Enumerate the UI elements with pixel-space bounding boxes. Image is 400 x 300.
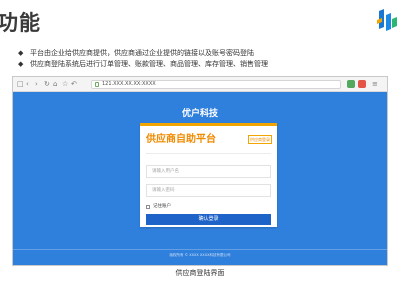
company-logo [375, 7, 399, 33]
undo-icon[interactable]: ↶ [71, 79, 77, 89]
browser-toolbar: □ ‹ › ↻ ⌂ ☆ ↶ 121.XXX.XX.XX:XXXX ≡ [13, 77, 387, 92]
back-icon[interactable]: ‹ [26, 79, 29, 89]
menu-icon[interactable]: ≡ [372, 79, 378, 89]
extension-icon[interactable] [347, 80, 355, 88]
card-divider [146, 153, 271, 154]
window-icon[interactable]: □ [17, 79, 24, 89]
forward-icon[interactable]: › [35, 79, 38, 89]
home-icon[interactable]: ⌂ [53, 79, 57, 89]
password-placeholder: 请输入密码 [152, 188, 175, 193]
slide-title: 功能 [0, 11, 41, 35]
refresh-icon[interactable]: ↻ [44, 79, 50, 89]
remember-account-label: 记住账户 [153, 204, 171, 209]
supplier-login-screenshot: □ ‹ › ↻ ⌂ ☆ ↶ 121.XXX.XX.XX:XXXX ≡ 优户科技 … [12, 76, 388, 266]
login-page-company-name: 优户科技 [181, 109, 218, 119]
bullet-supplier-management: ◆ 供应商登陆系统后进行订单管理、账款管理、商品管理、库存管理、销售管理 [18, 59, 388, 70]
login-card-title: 供应商自助平台 [146, 134, 216, 145]
username-placeholder: 请输入用户名 [152, 169, 179, 174]
star-icon[interactable]: ☆ [62, 79, 68, 89]
password-input[interactable]: 请输入密码 [146, 184, 271, 197]
login-card: 供应商自助平台 供应商登录 请输入用户名 请输入密码 记住账户 确认登录 [140, 123, 277, 227]
address-bar[interactable]: 121.XXX.XX.XX:XXXX [91, 80, 341, 89]
url-text: 121.XXX.XX.XX:XXXX [102, 81, 156, 87]
login-button[interactable]: 确认登录 [146, 214, 271, 225]
bullet-diamond-icon: ◆ [18, 60, 24, 68]
remember-account-checkbox[interactable] [146, 205, 150, 209]
bullet-diamond-icon: ◆ [18, 49, 24, 57]
footer-copyright: 版权所有 © XXXX XXXX科技有限公司 [169, 253, 231, 257]
supplier-login-tag: 供应商登录 [248, 135, 272, 144]
logo-icon [377, 9, 397, 31]
bullet-supplier-login: ◆ 平台由企业给供应商提供，供应商通过企业提供的链接以及账号密码登陆 [18, 48, 388, 59]
screenshot-caption: 供应商登陆界面 [175, 269, 225, 277]
shield-icon[interactable] [358, 80, 366, 88]
address-lock-icon [95, 82, 99, 87]
feature-bullet-list: ◆ 平台由企业给供应商提供，供应商通过企业提供的链接以及账号密码登陆 ◆ 供应商… [18, 48, 388, 70]
footer-divider [13, 249, 387, 250]
bullet-text: 供应商登陆系统后进行订单管理、账款管理、商品管理、库存管理、销售管理 [30, 60, 268, 68]
username-input[interactable]: 请输入用户名 [146, 165, 271, 178]
bullet-text: 平台由企业给供应商提供，供应商通过企业提供的链接以及账号密码登陆 [30, 49, 254, 57]
presentation-slide: 功能 ◆ 平台由企业给供应商提供，供应商通过企业提供的链接以及账号密码登陆 ◆ … [0, 0, 400, 300]
